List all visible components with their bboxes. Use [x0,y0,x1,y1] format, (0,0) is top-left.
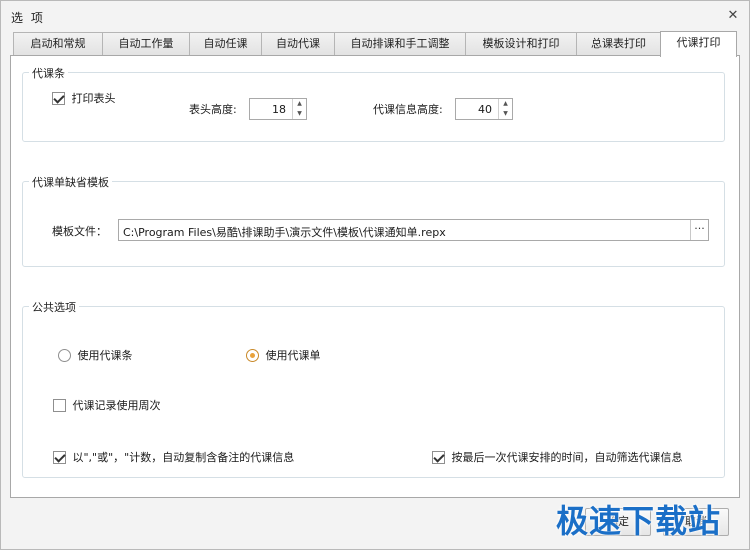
copy-note-checkbox[interactable] [53,450,66,464]
use-week-checkbox[interactable] [53,398,66,412]
header-height-label: 表头高度: [189,103,237,116]
group-title: 代课单缺省模板 [29,174,112,190]
tab-startup-general[interactable]: 启动和常规 [13,32,103,56]
template-file-label: 模板文件： [52,225,107,238]
template-file-path[interactable]: C:\Program Files\易酷\排课助手\演示文件\模板\代课通知单.r… [123,224,446,240]
watermark-logo: 极速下载站 [556,502,722,540]
stepper-arrows: ▲ ▼ [498,99,512,119]
filter-last-checkbox[interactable] [432,450,445,464]
info-height-stepper[interactable]: 40 ▲ ▼ [455,98,513,120]
chevron-up-icon[interactable]: ▲ [293,99,306,109]
header-height-value[interactable]: 18 [272,103,286,116]
group-title: 公共选项 [29,299,79,315]
group-title: 代课条 [29,65,68,81]
tab-substitute-print[interactable]: 代课打印 [660,31,737,57]
copy-note-label: 以","或"，"计数，自动复制含备注的代课信息 [72,451,295,464]
info-height-label: 代课信息高度: [373,103,443,116]
print-header-option[interactable]: 打印表头 [52,90,116,106]
radio-use-form[interactable] [246,348,259,362]
template-file-input[interactable]: C:\Program Files\易酷\排课助手\演示文件\模板\代课通知单.r… [118,219,709,241]
tab-master-schedule-print[interactable]: 总课表打印 [576,32,661,56]
radio-use-slip[interactable] [58,348,71,362]
use-week-label: 代课记录使用周次 [72,399,161,412]
radio-use-form-option[interactable]: 使用代课单 [246,347,321,363]
filter-last-option[interactable]: 按最后一次代课安排的时间，自动筛选代课信息 [432,449,683,465]
close-icon[interactable]: ✕ [725,8,741,24]
tab-strip: 启动和常规 自动工作量 自动任课 自动代课 自动排课和手工调整 模板设计和打印 … [11,31,741,57]
stepper-arrows: ▲ ▼ [292,99,306,119]
tab-template-print[interactable]: 模板设计和打印 [465,32,577,56]
use-week-option[interactable]: 代课记录使用周次 [53,397,161,413]
radio-use-slip-label: 使用代课条 [77,349,133,362]
group-substitute-slip: 代课条 打印表头 表头高度: 18 ▲ ▼ 代课信息高度: 40 ▲ ▼ [22,65,725,142]
group-default-template: 代课单缺省模板 模板文件： C:\Program Files\易酷\排课助手\演… [22,174,725,267]
print-header-label: 打印表头 [71,92,116,105]
options-dialog: 选 项 ✕ 启动和常规 自动工作量 自动任课 自动代课 自动排课和手工调整 模板… [0,0,750,550]
chevron-up-icon[interactable]: ▲ [499,99,512,109]
tab-auto-workload[interactable]: 自动工作量 [102,32,190,56]
tab-panel: 代课条 打印表头 表头高度: 18 ▲ ▼ 代课信息高度: 40 ▲ ▼ 代课单… [10,55,740,498]
chevron-down-icon[interactable]: ▼ [499,109,512,119]
tab-auto-assign[interactable]: 自动任课 [189,32,262,56]
print-header-checkbox[interactable] [52,91,65,105]
tab-auto-schedule-adjust[interactable]: 自动排课和手工调整 [334,32,466,56]
title-bar: 选 项 ✕ [1,1,749,31]
header-height-stepper[interactable]: 18 ▲ ▼ [249,98,307,120]
filter-last-label: 按最后一次代课安排的时间，自动筛选代课信息 [451,451,683,464]
dialog-title: 选 项 [11,11,45,25]
copy-note-option[interactable]: 以","或"，"计数，自动复制含备注的代课信息 [53,449,294,465]
radio-use-form-label: 使用代课单 [265,349,321,362]
tab-auto-substitute[interactable]: 自动代课 [261,32,335,56]
radio-use-slip-option[interactable]: 使用代课条 [58,347,133,363]
info-height-value[interactable]: 40 [478,103,492,116]
browse-button[interactable]: ··· [690,220,708,240]
chevron-down-icon[interactable]: ▼ [293,109,306,119]
group-common-options: 公共选项 使用代课条 使用代课单 代课记录使用周次 以","或"，"计数，自动复… [22,299,725,478]
